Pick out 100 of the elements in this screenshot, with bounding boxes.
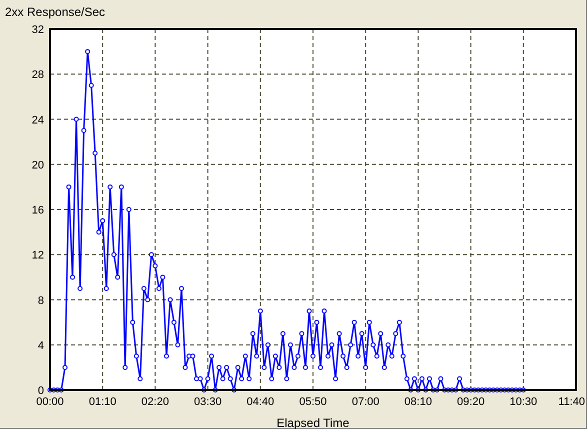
data-point: [374, 354, 380, 359]
y-tick-label: 8: [38, 294, 44, 307]
data-point: [88, 82, 94, 88]
data-point: [126, 207, 132, 212]
y-tick-label: 4: [38, 340, 44, 352]
data-point: [152, 263, 158, 268]
data-point: [299, 331, 304, 336]
data-point: [138, 376, 143, 382]
y-tick-label: 24: [32, 114, 44, 126]
data-point: [254, 354, 260, 359]
data-point: [378, 331, 384, 336]
data-point: [96, 230, 102, 235]
data-point: [250, 331, 256, 336]
data-point: [329, 342, 334, 348]
data-point: [148, 252, 154, 258]
data-point: [205, 376, 210, 382]
chart-title: 2xx Response/Sec: [4, 4, 106, 21]
y-tick-label: 16: [32, 204, 44, 216]
y-tick-label: 12: [32, 250, 44, 262]
data-point: [389, 354, 394, 359]
x-tick-label: 10:30: [510, 396, 538, 408]
data-point: [111, 252, 116, 258]
data-point: [246, 376, 252, 382]
data-point: [272, 354, 278, 359]
data-point: [235, 364, 240, 370]
data-point: [363, 364, 368, 370]
data-point: [134, 354, 139, 359]
data-point: [175, 342, 180, 348]
data-point: [160, 274, 166, 280]
data-point: [370, 342, 376, 348]
data-point: [156, 286, 162, 291]
y-tick-label: 0: [38, 385, 44, 397]
data-point: [359, 331, 364, 336]
data-point: [108, 184, 113, 190]
data-point: [306, 308, 312, 314]
data-point: [78, 286, 83, 291]
data-point: [262, 364, 267, 370]
data-point: [356, 354, 361, 359]
data-point: [209, 354, 214, 359]
data-point: [400, 354, 406, 359]
data-point: [276, 364, 282, 370]
data-point: [85, 49, 90, 54]
data-point: [393, 331, 398, 336]
x-tick-label: 00:00: [36, 396, 64, 408]
x-tick-label: 08:10: [404, 396, 432, 408]
data-point: [130, 320, 136, 325]
y-tick-label: 28: [32, 69, 44, 82]
data-point: [239, 376, 244, 382]
data-point: [224, 364, 230, 370]
data-point: [168, 297, 173, 302]
data-point: [242, 354, 248, 359]
data-point: [318, 364, 324, 370]
data-point: [66, 184, 72, 190]
data-point: [70, 274, 76, 280]
x-tick-label: 05:50: [299, 396, 327, 408]
data-point: [333, 376, 338, 382]
data-point: [62, 364, 68, 370]
x-tick-label: 07:00: [352, 396, 380, 408]
data-point: [220, 376, 226, 382]
data-point: [344, 364, 350, 370]
data-point: [92, 150, 98, 156]
data-point: [404, 376, 410, 382]
data-point: [269, 376, 274, 382]
data-point: [366, 320, 372, 325]
data-point: [396, 320, 402, 325]
data-point: [326, 354, 331, 359]
data-point: [284, 376, 290, 382]
data-point: [348, 342, 354, 348]
data-point: [280, 331, 286, 336]
data-point: [314, 320, 320, 325]
data-point: [457, 376, 462, 382]
data-point: [340, 354, 346, 359]
data-point: [292, 364, 297, 370]
data-point: [322, 308, 327, 314]
data-point: [412, 376, 417, 382]
data-point: [352, 320, 357, 325]
x-tick-label: 03:30: [194, 396, 222, 408]
data-point: [104, 286, 109, 291]
data-point: [336, 331, 342, 336]
data-point: [419, 376, 424, 382]
x-tick-label: 02:20: [141, 396, 169, 408]
data-point: [438, 376, 444, 382]
data-point: [382, 364, 387, 370]
x-tick-label: 09:20: [457, 396, 485, 408]
x-tick-label: 01:10: [88, 396, 116, 408]
data-point: [81, 128, 86, 134]
x-tick-label: 11:40: [558, 396, 585, 408]
data-point: [100, 218, 106, 224]
x-tick-label: 04:40: [246, 396, 274, 408]
data-point: [164, 354, 169, 359]
data-point: [258, 308, 263, 314]
data-point: [74, 116, 79, 122]
data-point: [179, 286, 184, 291]
data-point: [302, 364, 308, 370]
data-point: [141, 286, 146, 291]
data-point: [295, 354, 300, 359]
data-point: [310, 354, 316, 359]
data-point: [216, 364, 222, 370]
data-point: [228, 376, 233, 382]
y-tick-label: 32: [32, 24, 44, 36]
